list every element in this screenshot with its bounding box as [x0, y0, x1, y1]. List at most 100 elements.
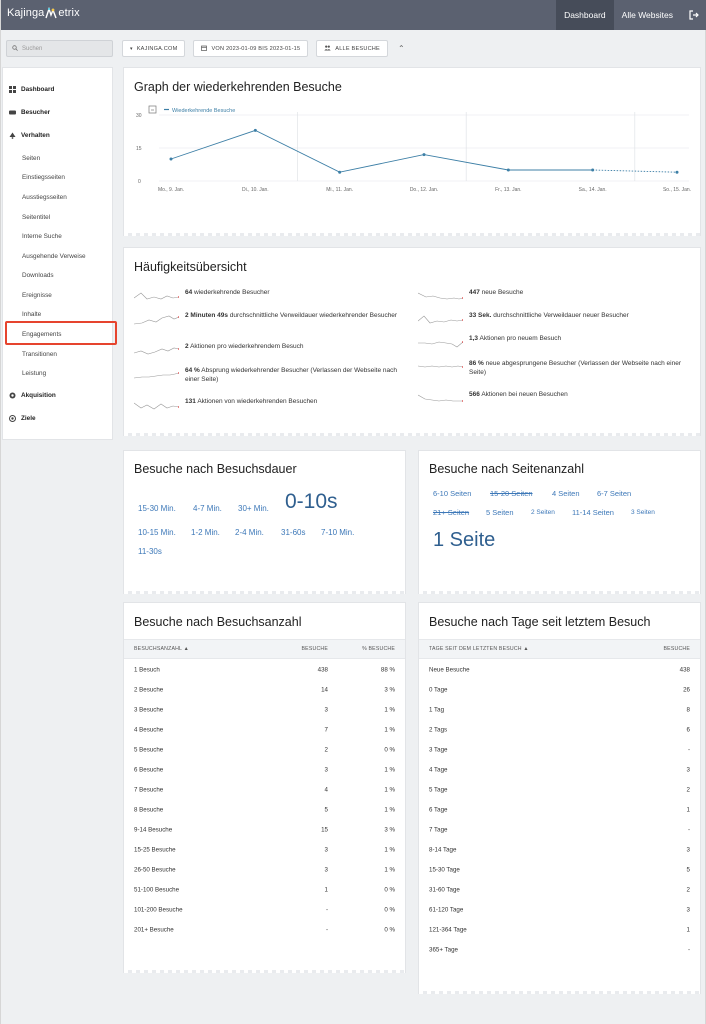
- sidebar-item-einstiegsseiten[interactable]: Einstiegsseiten: [3, 171, 114, 183]
- duration-tag[interactable]: 31-60s: [281, 528, 305, 537]
- sidebar-item-ausstiegsseiten[interactable]: Ausstiegsseiten: [3, 191, 114, 203]
- data-point[interactable]: [675, 170, 679, 174]
- pages-tag[interactable]: 15-20 Seiten: [490, 489, 533, 498]
- data-point[interactable]: [591, 168, 595, 172]
- table-row[interactable]: 121-364 Tage 1: [419, 920, 700, 940]
- sidebar-item-interne-suche[interactable]: Interne Suche: [3, 230, 114, 242]
- duration-tag[interactable]: 15-30 Min.: [138, 504, 176, 513]
- table-row[interactable]: 4 Besuche 7 1 %: [124, 720, 405, 740]
- behavior-icon: [9, 132, 16, 139]
- sidebar-item-ereignisse[interactable]: Ereignisse: [3, 289, 114, 301]
- table-row[interactable]: 31-60 Tage 2: [419, 880, 700, 900]
- duration-tag[interactable]: 7-10 Min.: [321, 528, 354, 537]
- data-point[interactable]: [169, 157, 173, 161]
- pages-tag[interactable]: 21+ Seiten: [433, 508, 469, 517]
- table-row[interactable]: 26-50 Besuche 3 1 %: [124, 860, 405, 880]
- site-selector[interactable]: ▾ KAJINGA.COM: [122, 40, 186, 57]
- sidebar-item-leistung[interactable]: Leistung: [3, 367, 114, 379]
- table-row[interactable]: 3 Tage -: [419, 740, 700, 760]
- export-icon[interactable]: [148, 105, 157, 114]
- logout-icon[interactable]: [681, 0, 706, 30]
- table-row[interactable]: 0 Tage 26: [419, 680, 700, 700]
- pages-tag[interactable]: 4 Seiten: [552, 489, 580, 498]
- table-row[interactable]: 7 Besuche 4 1 %: [124, 780, 405, 800]
- table-row[interactable]: Neue Besuche 438: [419, 660, 700, 680]
- data-point[interactable]: [422, 153, 426, 157]
- returning-visits-chart: Wiederkehrende Besuche 30 15 0 Mo., 9. J…: [136, 105, 691, 193]
- sidebar-item-transitionen[interactable]: Transitionen: [3, 348, 114, 360]
- table-row[interactable]: 8 Besuche 5 1 %: [124, 800, 405, 820]
- data-point[interactable]: [338, 170, 342, 174]
- data-point[interactable]: [253, 128, 257, 132]
- pages-tag[interactable]: 3 Seiten: [631, 509, 655, 516]
- table-row[interactable]: 201+ Besuche - 0 %: [124, 920, 405, 940]
- period-selector[interactable]: VON 2023-01-09 BIS 2023-01-15: [193, 40, 309, 57]
- search-placeholder: Suchen: [22, 45, 43, 52]
- table-row[interactable]: 101-200 Besuche - 0 %: [124, 900, 405, 920]
- sparkline-icon: [134, 292, 179, 300]
- legend-label[interactable]: Wiederkehrende Besuche: [172, 108, 235, 114]
- table-row[interactable]: 6 Tage 1: [419, 800, 700, 820]
- series-line: [170, 129, 593, 173]
- nav-dashboard[interactable]: Dashboard: [556, 0, 614, 30]
- sidebar-item-seiten[interactable]: Seiten: [3, 152, 114, 164]
- table-row[interactable]: 15-30 Tage 5: [419, 860, 700, 880]
- duration-tag[interactable]: 10-15 Min.: [138, 528, 176, 537]
- collapse-chevron-icon[interactable]: ⌃: [398, 44, 405, 53]
- duration-tag[interactable]: 2-4 Min.: [235, 528, 264, 537]
- table-row[interactable]: 8-14 Tage 3: [419, 840, 700, 860]
- sidebar-item-label: Ausstiegsseiten: [22, 193, 67, 201]
- duration-tag[interactable]: 4-7 Min.: [193, 504, 222, 513]
- sidebar-item-dashboard[interactable]: Dashboard: [3, 83, 114, 95]
- table-row[interactable]: 1 Besuch 438 88 %: [124, 660, 405, 680]
- table-row[interactable]: 2 Besuche 14 3 %: [124, 680, 405, 700]
- duration-tag[interactable]: 1-2 Min.: [191, 528, 220, 537]
- column-header-visits[interactable]: BESUCHE: [302, 646, 328, 652]
- sidebar-item-besucher[interactable]: Besucher: [3, 106, 114, 118]
- duration-tag[interactable]: 30+ Min.: [238, 504, 269, 513]
- cell-percent: 3 %: [384, 686, 395, 694]
- column-header-visit-count[interactable]: BESUCHSANZAHL ▲: [134, 646, 189, 652]
- table-row[interactable]: 7 Tage -: [419, 820, 700, 840]
- column-header-visits[interactable]: BESUCHE: [664, 646, 690, 652]
- table-row[interactable]: 2 Tags 6: [419, 720, 700, 740]
- pages-tag[interactable]: 2 Seiten: [531, 509, 555, 516]
- sidebar-item-verhalten[interactable]: Verhalten: [3, 129, 114, 141]
- pages-tag[interactable]: 6-7 Seiten: [597, 489, 631, 498]
- search-input[interactable]: Suchen: [6, 40, 113, 57]
- table-row[interactable]: 4 Tage 3: [419, 760, 700, 780]
- table-header: BESUCHSANZAHL ▲ BESUCHE % BESUCHE: [124, 639, 405, 659]
- duration-tag-largest[interactable]: 0-10s: [285, 490, 338, 514]
- table-row[interactable]: 5 Tage 2: [419, 780, 700, 800]
- pages-tag[interactable]: 11-14 Seiten: [572, 508, 614, 517]
- cell-label: 51-100 Besuche: [134, 886, 180, 894]
- table-row[interactable]: 3 Besuche 3 1 %: [124, 700, 405, 720]
- brand-logo[interactable]: Kajinga etrix: [7, 6, 80, 19]
- table-row[interactable]: 15-25 Besuche 3 1 %: [124, 840, 405, 860]
- sidebar-item-ausgehende-verweise[interactable]: Ausgehende Verweise: [3, 250, 114, 262]
- data-point[interactable]: [506, 168, 510, 172]
- segment-selector[interactable]: ALLE BESUCHE: [316, 40, 388, 57]
- table-row[interactable]: 365+ Tage -: [419, 940, 700, 960]
- sidebar-item-akquisition[interactable]: Akquisition: [3, 389, 114, 401]
- duration-tag[interactable]: 11-30s: [138, 547, 162, 556]
- sidebar-item-label: Ausgehende Verweise: [22, 252, 86, 260]
- nav-all-websites[interactable]: Alle Websites: [614, 0, 681, 30]
- pages-tag[interactable]: 5 Seiten: [486, 508, 514, 517]
- pages-tag[interactable]: 6-10 Seiten: [433, 489, 471, 498]
- sidebar-item-ziele[interactable]: Ziele: [3, 412, 114, 424]
- sidebar-item-downloads[interactable]: Downloads: [3, 269, 114, 281]
- column-header-percent[interactable]: % BESUCHE: [362, 646, 395, 652]
- sidebar-item-inhalte[interactable]: Inhalte: [3, 308, 114, 320]
- column-header-days[interactable]: TAGE SEIT DEM LETZTEN BESUCH ▲: [429, 646, 529, 652]
- cell-percent: 3 %: [384, 826, 395, 834]
- table-row[interactable]: 51-100 Besuche 1 0 %: [124, 880, 405, 900]
- table-row[interactable]: 5 Besuche 2 0 %: [124, 740, 405, 760]
- table-row[interactable]: 6 Besuche 3 1 %: [124, 760, 405, 780]
- table-row[interactable]: 9-14 Besuche 15 3 %: [124, 820, 405, 840]
- table-row[interactable]: 1 Tag 8: [419, 700, 700, 720]
- sidebar-item-seitentitel[interactable]: Seitentitel: [3, 211, 114, 223]
- sparkline-icon: [418, 365, 463, 368]
- table-row[interactable]: 61-120 Tage 3: [419, 900, 700, 920]
- pages-tag-largest[interactable]: 1 Seite: [433, 529, 495, 552]
